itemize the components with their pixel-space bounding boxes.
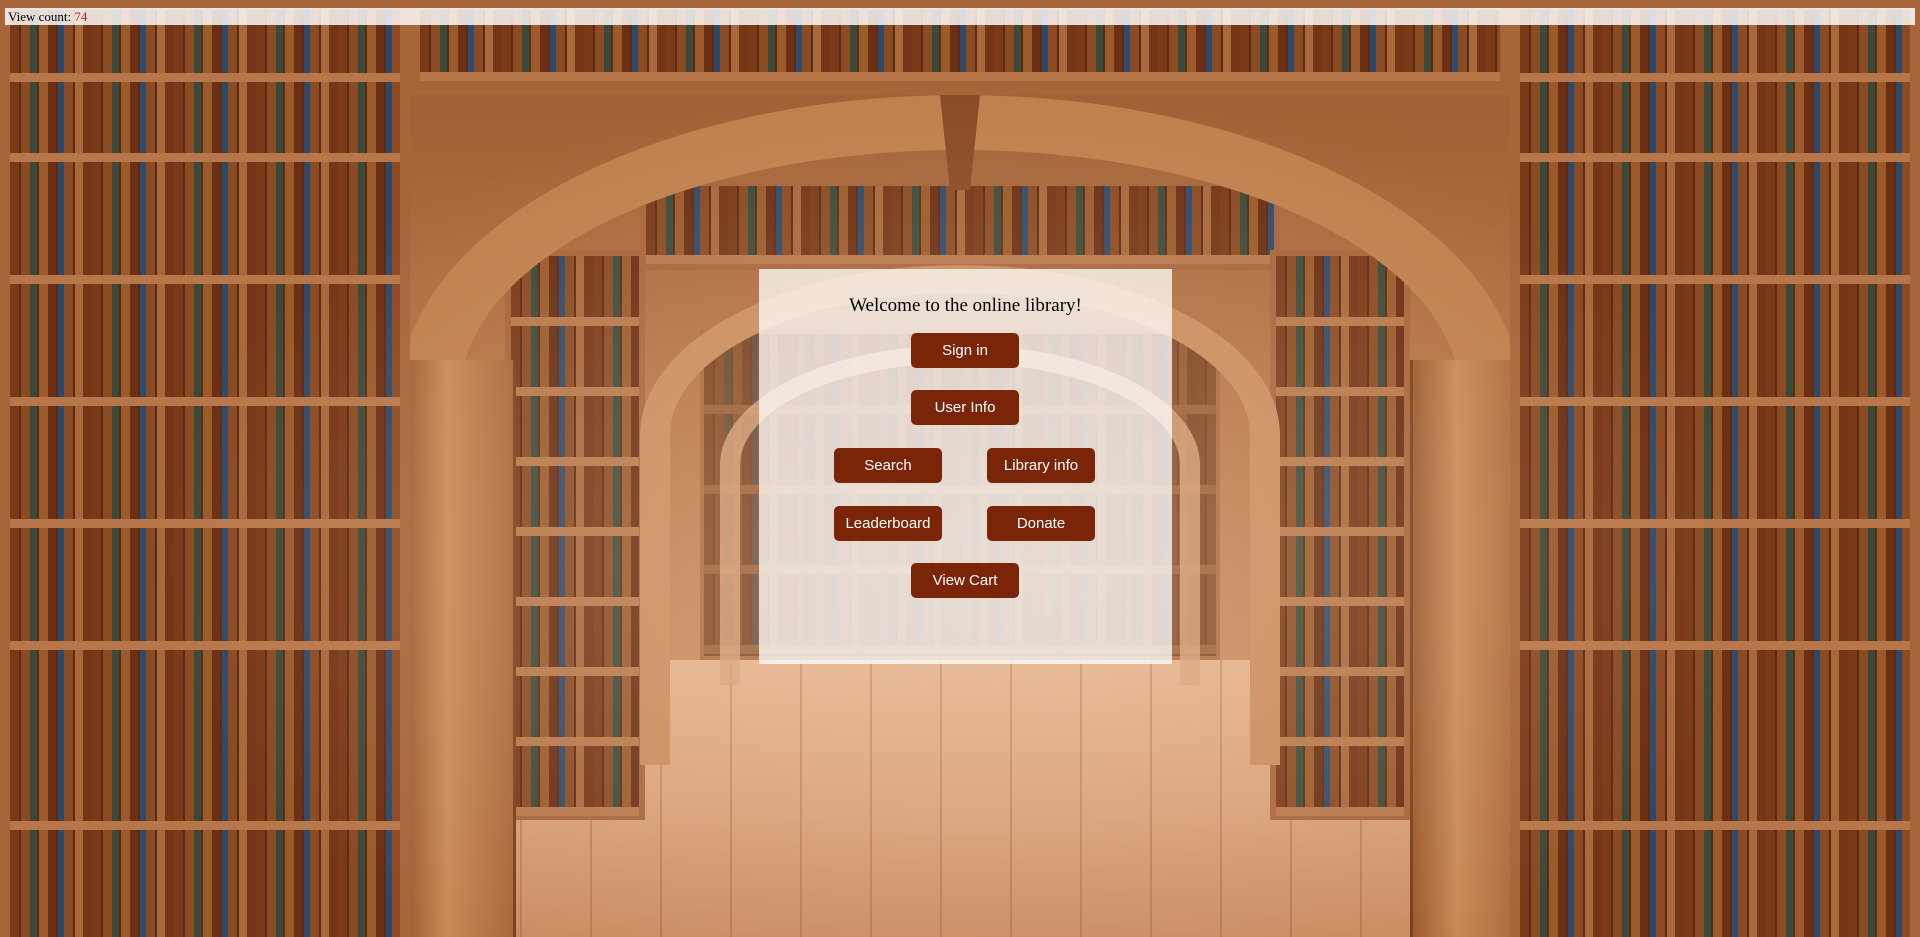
sign-in-button[interactable]: Sign in: [911, 333, 1019, 368]
user-info-button[interactable]: User Info: [911, 390, 1019, 425]
search-button[interactable]: Search: [834, 448, 942, 483]
donate-button[interactable]: Donate: [987, 506, 1095, 541]
welcome-panel: Welcome to the online library! Sign in U…: [759, 269, 1172, 664]
view-count-value: 74: [74, 9, 88, 24]
welcome-heading: Welcome to the online library!: [849, 295, 1082, 316]
view-cart-button[interactable]: View Cart: [911, 563, 1019, 598]
library-info-button[interactable]: Library info: [987, 448, 1095, 483]
view-count-label: View count:: [8, 9, 72, 24]
leaderboard-button[interactable]: Leaderboard: [834, 506, 942, 541]
view-count-bar: View count: 74: [5, 8, 1915, 25]
